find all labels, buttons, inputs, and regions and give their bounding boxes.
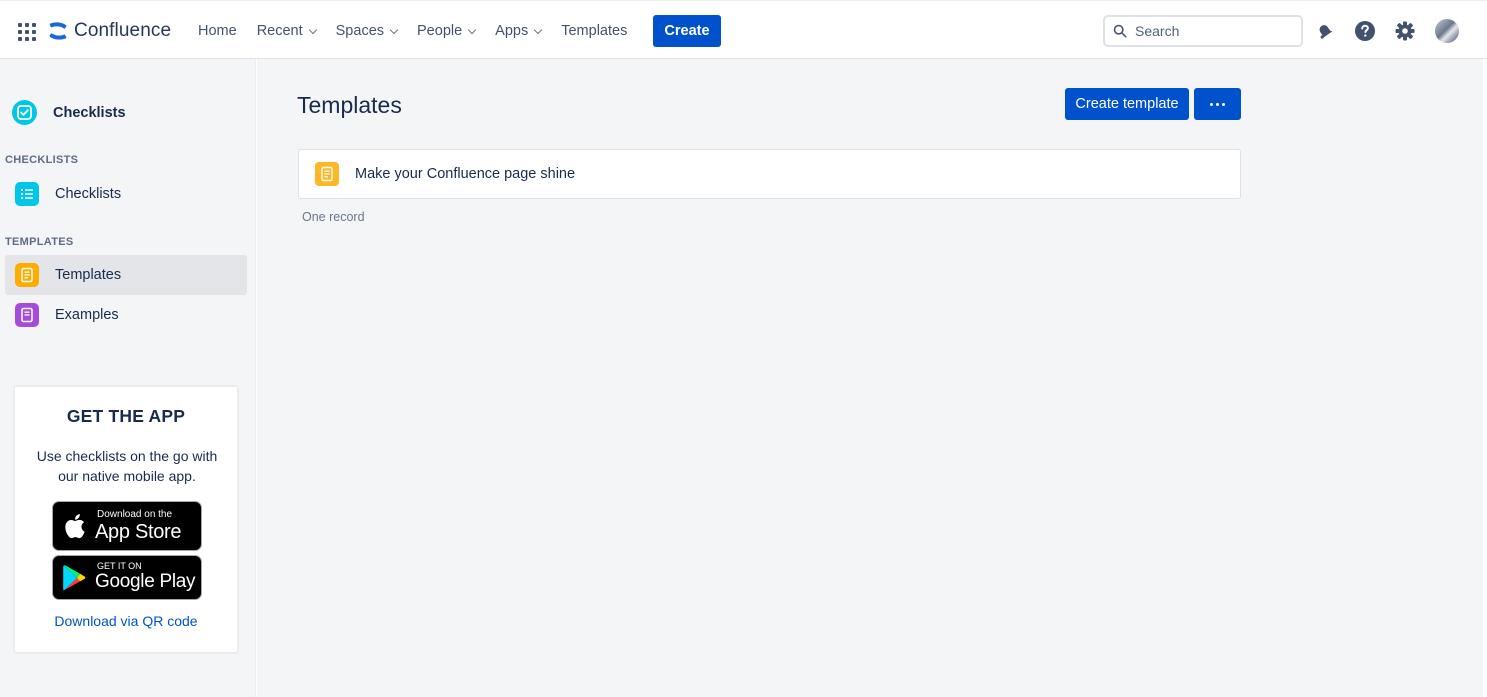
more-dots-icon <box>1210 102 1213 106</box>
section-title-checklists: CHECKLISTS <box>5 154 79 166</box>
logo-text: Confluence <box>74 20 172 41</box>
notifications-icon[interactable] <box>1313 19 1337 43</box>
sidebar-item-checklists[interactable]: Checklists <box>5 174 247 214</box>
google-play-badge[interactable]: GET IT ON Google Play <box>52 555 202 600</box>
page-title: Templates <box>297 92 402 118</box>
app-store-big-text: App Store <box>95 521 182 543</box>
search-input[interactable] <box>1135 23 1285 39</box>
confluence-logo[interactable]: Confluence <box>48 19 171 43</box>
app-card-description: Use checklists on the go with our native… <box>36 448 218 484</box>
google-play-icon <box>63 565 86 591</box>
nav-spaces[interactable]: Spaces <box>326 15 407 47</box>
list-item[interactable]: Make your Confluence page shine <box>298 149 1241 199</box>
nav-recent[interactable]: Recent <box>247 15 326 47</box>
chevron-down-icon <box>533 25 543 34</box>
main-content: Templates Create template Make your Conf… <box>257 59 1487 697</box>
chevron-down-icon <box>467 25 477 34</box>
nav-people[interactable]: People <box>407 15 485 47</box>
app-card-title: GET THE APP <box>66 406 186 426</box>
chevron-down-icon <box>389 25 399 34</box>
create-template-button[interactable]: Create template <box>1065 88 1189 120</box>
search-icon <box>1113 24 1127 38</box>
nav-home[interactable]: Home <box>188 15 247 47</box>
document-icon <box>15 263 39 287</box>
right-edge-divider <box>1483 59 1487 697</box>
document-icon <box>315 162 339 186</box>
sidebar-item-label: Examples <box>55 307 119 323</box>
avatar[interactable] <box>1435 19 1459 43</box>
nav-templates-label: Templates <box>561 23 628 39</box>
checklists-app-icon <box>12 100 37 125</box>
sidebar-item-label: Checklists <box>55 186 122 202</box>
google-play-small-text: GET IT ON <box>97 561 142 571</box>
more-actions-button[interactable] <box>1194 88 1241 120</box>
nav-recent-label: Recent <box>256 23 303 39</box>
chevron-down-icon <box>308 25 317 34</box>
google-play-big-text: Google Play <box>95 571 196 592</box>
qr-code-link[interactable]: Download via QR code <box>15 613 237 629</box>
top-navigation: Confluence Home Recent Spaces People App… <box>0 0 1487 59</box>
nav-people-label: People <box>417 23 463 39</box>
nav-apps[interactable]: Apps <box>485 15 551 47</box>
app-switcher-grid-icon[interactable] <box>18 23 36 41</box>
primary-nav: Home Recent Spaces People Apps Templates <box>188 15 637 47</box>
sidebar-app-name: Checklists <box>53 104 126 121</box>
sidebar-item-examples[interactable]: Examples <box>5 295 247 335</box>
sidebar-item-templates[interactable]: Templates <box>5 255 247 295</box>
section-title-templates: TEMPLATES <box>5 236 74 248</box>
nav-apps-label: Apps <box>495 23 529 39</box>
help-icon[interactable] <box>1353 19 1377 43</box>
sidebar-app-header[interactable]: Checklists <box>12 100 126 125</box>
nav-templates[interactable]: Templates <box>551 15 637 47</box>
app-store-small-text: Download on the <box>97 509 173 520</box>
sidebar: Checklists CHECKLISTS Checklists TEMPLAT… <box>0 59 256 697</box>
sidebar-item-label: Templates <box>55 267 122 283</box>
examples-icon <box>15 303 39 327</box>
nav-home-label: Home <box>198 23 237 39</box>
search-box[interactable] <box>1103 15 1303 47</box>
confluence-logo-icon <box>49 22 67 40</box>
record-title: Make your Confluence page shine <box>355 166 576 182</box>
app-store-badge[interactable]: Download on the App Store <box>52 501 202 551</box>
checklist-icon <box>15 182 39 206</box>
settings-icon[interactable] <box>1393 19 1417 43</box>
nav-spaces-label: Spaces <box>335 23 385 39</box>
record-count: One record <box>302 210 365 224</box>
create-button[interactable]: Create <box>653 15 721 47</box>
apple-icon <box>65 514 85 539</box>
get-the-app-card: GET THE APP Use checklists on the go wit… <box>13 385 239 654</box>
